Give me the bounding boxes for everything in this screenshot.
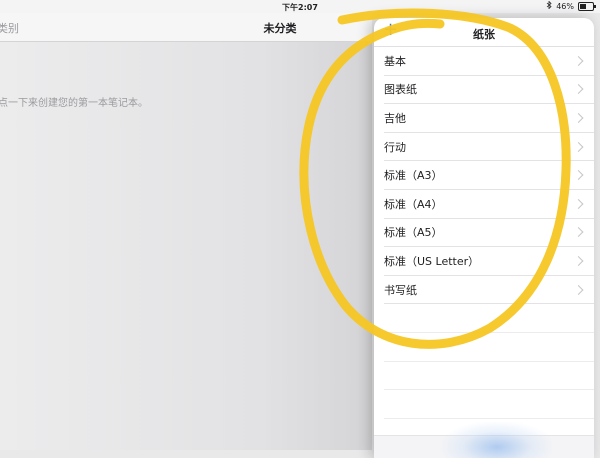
menu-item-label: 图表纸 — [384, 83, 417, 97]
chevron-right-icon — [573, 113, 584, 123]
paper-item-graph[interactable]: 图表纸 — [384, 76, 594, 105]
list-empty-row — [384, 390, 594, 419]
menu-item-label: 吉他 — [384, 111, 406, 125]
menu-item-label: 行动 — [384, 140, 406, 154]
notebook-area[interactable]: 点一下来创建您的第一本笔记本。 — [0, 42, 372, 450]
chevron-right-icon — [573, 284, 584, 295]
menu-item-label: 标准（A5） — [384, 226, 443, 240]
chevron-right-icon — [573, 227, 584, 238]
chevron-right-icon — [573, 141, 584, 152]
battery-percent: 46% — [556, 1, 574, 11]
paper-item-a3[interactable]: 标准（A3） — [384, 161, 594, 190]
menu-item-label: 标准（A3） — [384, 169, 443, 183]
paper-item-basic[interactable]: 基本 — [384, 47, 594, 76]
menu-item-label: 基本 — [384, 54, 406, 68]
battery-icon — [578, 1, 596, 11]
popover-header: + 纸张 — [374, 18, 594, 47]
status-indicators: 46% — [546, 0, 596, 11]
chevron-right-icon — [573, 55, 584, 66]
chevron-right-icon — [573, 256, 584, 266]
paper-item-us-letter[interactable]: 标准（US Letter） — [384, 247, 594, 276]
list-empty-row — [384, 333, 594, 362]
menu-item-label: 标准（US Letter） — [384, 254, 480, 268]
popover-title: 纸张 — [473, 28, 495, 41]
list-empty-row — [384, 362, 594, 391]
chevron-right-icon — [573, 198, 584, 209]
menu-item-label: 书写纸 — [384, 283, 417, 297]
paper-item-a4[interactable]: 标准（A4） — [384, 190, 594, 219]
paper-popover: + 纸张 基本 图表纸 吉他 行动 标准（A3） 标准（A4） 标准（A5） 标… — [374, 18, 594, 458]
chevron-right-icon — [573, 170, 584, 181]
menu-item-label: 标准（A4） — [384, 197, 443, 211]
chevron-right-icon — [573, 84, 584, 95]
page-title: 未分类 — [263, 22, 297, 35]
list-empty-row — [384, 304, 594, 333]
paper-item-a5[interactable]: 标准（A5） — [384, 219, 594, 248]
nav-bar: 类别 未分类 — [0, 13, 372, 42]
back-button[interactable]: 类别 — [0, 20, 19, 36]
popover-footer — [374, 422, 594, 458]
paper-list: 基本 图表纸 吉他 行动 标准（A3） 标准（A4） 标准（A5） 标准（US … — [374, 47, 594, 419]
blurred-highlight — [442, 422, 552, 458]
paper-item-guitar[interactable]: 吉他 — [384, 104, 594, 133]
status-time: 下午2:07 — [282, 3, 318, 12]
paper-item-action[interactable]: 行动 — [384, 133, 594, 162]
status-bar: 下午2:07 46% — [0, 0, 600, 13]
paper-item-writing[interactable]: 书写纸 — [384, 276, 594, 305]
battery-level — [580, 3, 586, 9]
bluetooth-icon — [546, 0, 552, 11]
empty-state-hint: 点一下来创建您的第一本笔记本。 — [0, 98, 148, 109]
